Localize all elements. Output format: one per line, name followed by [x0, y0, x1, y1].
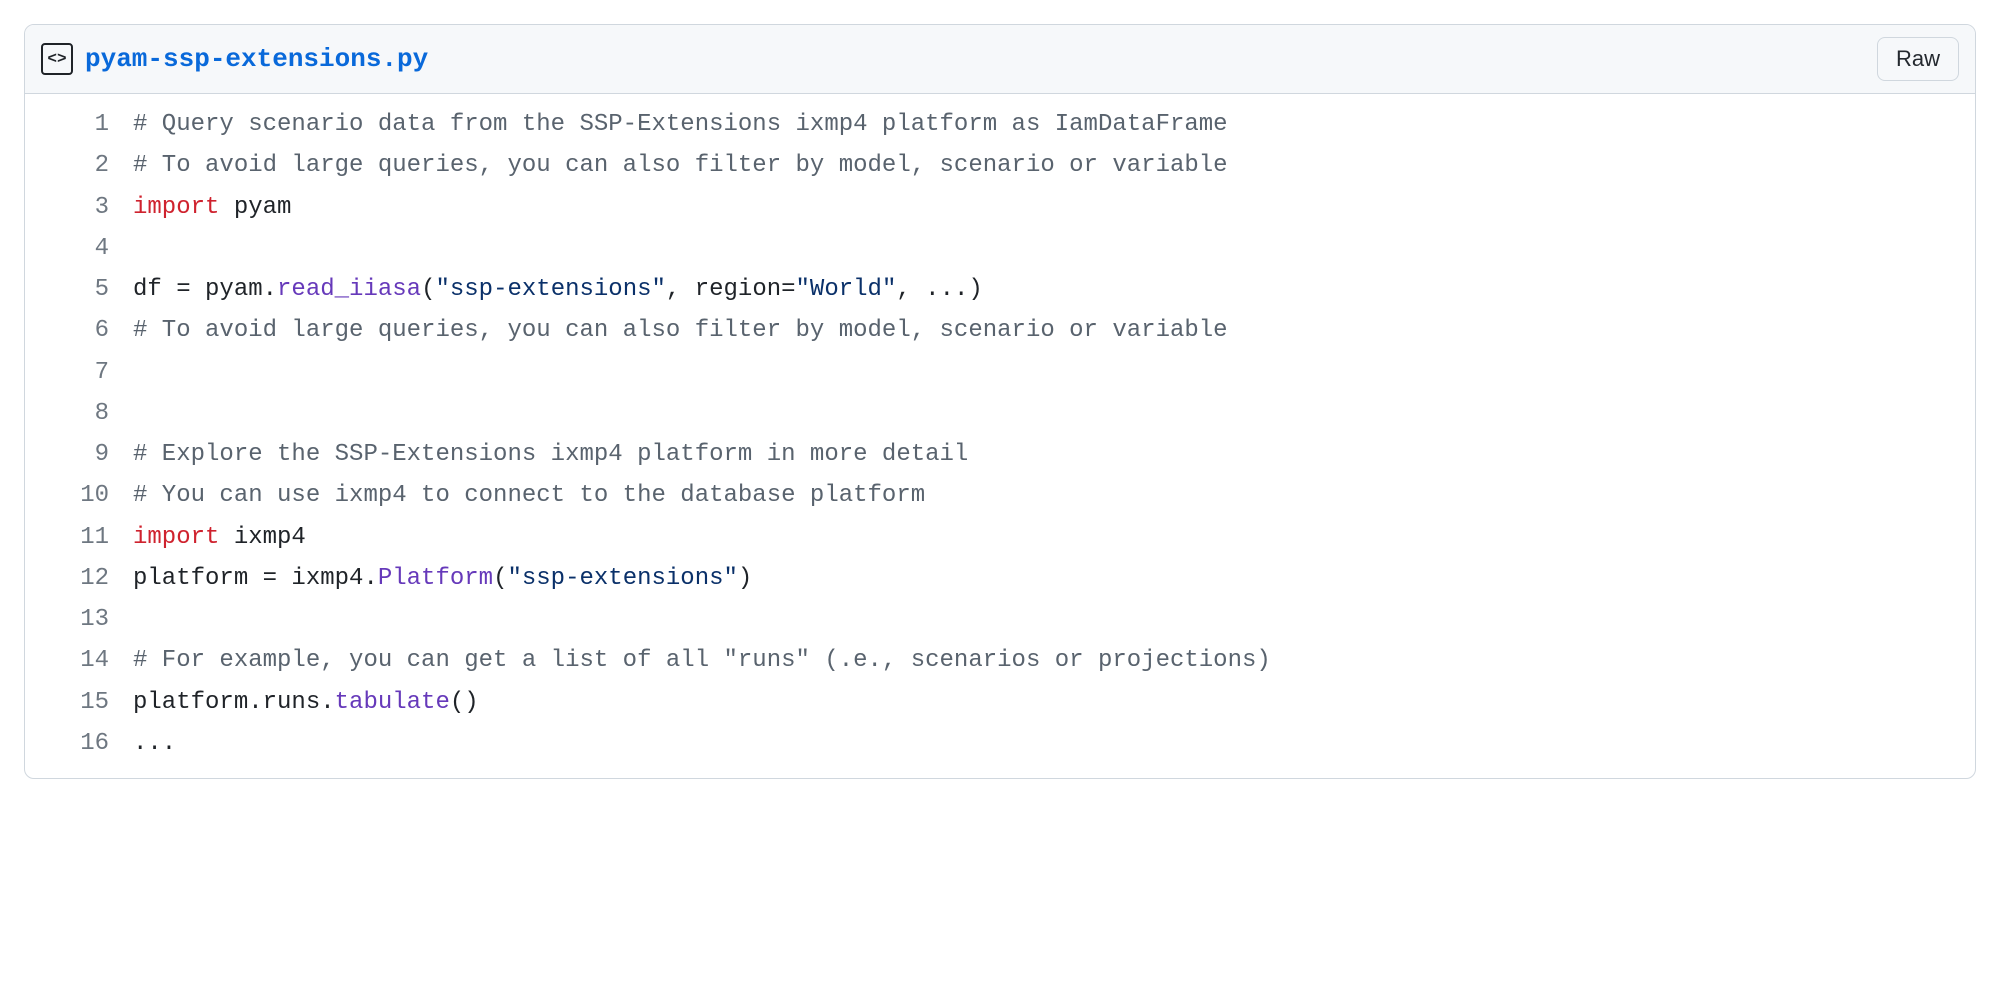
code-token: "ssp-extensions" [435, 276, 665, 303]
code-token: , region= [666, 276, 796, 303]
line-number: 3 [25, 187, 133, 228]
code-token: import [133, 524, 219, 551]
line-number: 10 [25, 475, 133, 516]
code-token: ixmp4 [219, 524, 305, 551]
code-token: ( [421, 276, 435, 303]
line-number: 7 [25, 352, 133, 393]
code-line: 12platform = ixmp4.Platform("ssp-extensi… [25, 558, 1975, 599]
source-line[interactable]: # For example, you can get a list of all… [133, 640, 1975, 681]
code-token: # Explore the SSP-Extensions ixmp4 platf… [133, 441, 968, 468]
code-line: 4 [25, 228, 1975, 269]
code-token: , ...) [896, 276, 982, 303]
line-number: 14 [25, 640, 133, 681]
code-token: "World" [796, 276, 897, 303]
file-box: <> pyam-ssp-extensions.py Raw 1# Query s… [24, 24, 1976, 779]
code-token: ... [133, 730, 176, 757]
code-line: 16... [25, 723, 1975, 764]
code-line: 15platform.runs.tabulate() [25, 682, 1975, 723]
source-line[interactable]: # To avoid large queries, you can also f… [133, 145, 1975, 186]
line-number: 16 [25, 723, 133, 764]
line-number: 8 [25, 393, 133, 434]
code-token: ( [493, 565, 507, 592]
code-token: # For example, you can get a list of all… [133, 647, 1271, 674]
code-line: 7 [25, 352, 1975, 393]
source-line[interactable]: # You can use ixmp4 to connect to the da… [133, 475, 1975, 516]
filename-link[interactable]: pyam-ssp-extensions.py [85, 44, 428, 74]
code-token: () [450, 689, 479, 716]
source-line[interactable]: # Query scenario data from the SSP-Exten… [133, 104, 1975, 145]
code-line: 2# To avoid large queries, you can also … [25, 145, 1975, 186]
source-line[interactable]: platform = ixmp4.Platform("ssp-extension… [133, 558, 1975, 599]
code-line: 11import ixmp4 [25, 517, 1975, 558]
line-number: 4 [25, 228, 133, 269]
line-number: 6 [25, 310, 133, 351]
code-token: import [133, 194, 219, 221]
code-body: 1# Query scenario data from the SSP-Exte… [25, 94, 1975, 778]
code-token: # To avoid large queries, you can also f… [133, 317, 1228, 344]
code-line: 8 [25, 393, 1975, 434]
line-number: 11 [25, 517, 133, 558]
raw-button[interactable]: Raw [1877, 37, 1959, 81]
code-line: 5df = pyam.read_iiasa("ssp-extensions", … [25, 269, 1975, 310]
source-line[interactable] [133, 352, 1975, 393]
code-line: 1# Query scenario data from the SSP-Exte… [25, 104, 1975, 145]
line-number: 2 [25, 145, 133, 186]
source-line[interactable]: # Explore the SSP-Extensions ixmp4 platf… [133, 434, 1975, 475]
code-line: 10# You can use ixmp4 to connect to the … [25, 475, 1975, 516]
line-number: 9 [25, 434, 133, 475]
code-icon: <> [41, 43, 73, 75]
source-line[interactable] [133, 599, 1975, 640]
code-token: # You can use ixmp4 to connect to the da… [133, 482, 925, 509]
source-line[interactable] [133, 228, 1975, 269]
source-line[interactable]: import ixmp4 [133, 517, 1975, 558]
code-line: 9# Explore the SSP-Extensions ixmp4 plat… [25, 434, 1975, 475]
source-line[interactable]: df = pyam.read_iiasa("ssp-extensions", r… [133, 269, 1975, 310]
line-number: 1 [25, 104, 133, 145]
code-token: read_iiasa [277, 276, 421, 303]
code-token: tabulate [335, 689, 450, 716]
code-line: 6# To avoid large queries, you can also … [25, 310, 1975, 351]
code-token: # Query scenario data from the SSP-Exten… [133, 111, 1228, 138]
file-header: <> pyam-ssp-extensions.py Raw [25, 25, 1975, 94]
line-number: 12 [25, 558, 133, 599]
line-number: 15 [25, 682, 133, 723]
code-token: # To avoid large queries, you can also f… [133, 152, 1228, 179]
file-title: <> pyam-ssp-extensions.py [41, 43, 428, 75]
code-token: "ssp-extensions" [507, 565, 737, 592]
code-token: df = pyam. [133, 276, 277, 303]
code-line: 14# For example, you can get a list of a… [25, 640, 1975, 681]
code-token: Platform [378, 565, 493, 592]
code-line: 3import pyam [25, 187, 1975, 228]
code-token: pyam [219, 194, 291, 221]
line-number: 13 [25, 599, 133, 640]
code-token: platform = ixmp4. [133, 565, 378, 592]
source-line[interactable]: platform.runs.tabulate() [133, 682, 1975, 723]
code-token: ) [738, 565, 752, 592]
source-line[interactable]: import pyam [133, 187, 1975, 228]
source-line[interactable]: # To avoid large queries, you can also f… [133, 310, 1975, 351]
code-line: 13 [25, 599, 1975, 640]
source-line[interactable]: ... [133, 723, 1975, 764]
source-line[interactable] [133, 393, 1975, 434]
line-number: 5 [25, 269, 133, 310]
code-token: platform.runs. [133, 689, 335, 716]
